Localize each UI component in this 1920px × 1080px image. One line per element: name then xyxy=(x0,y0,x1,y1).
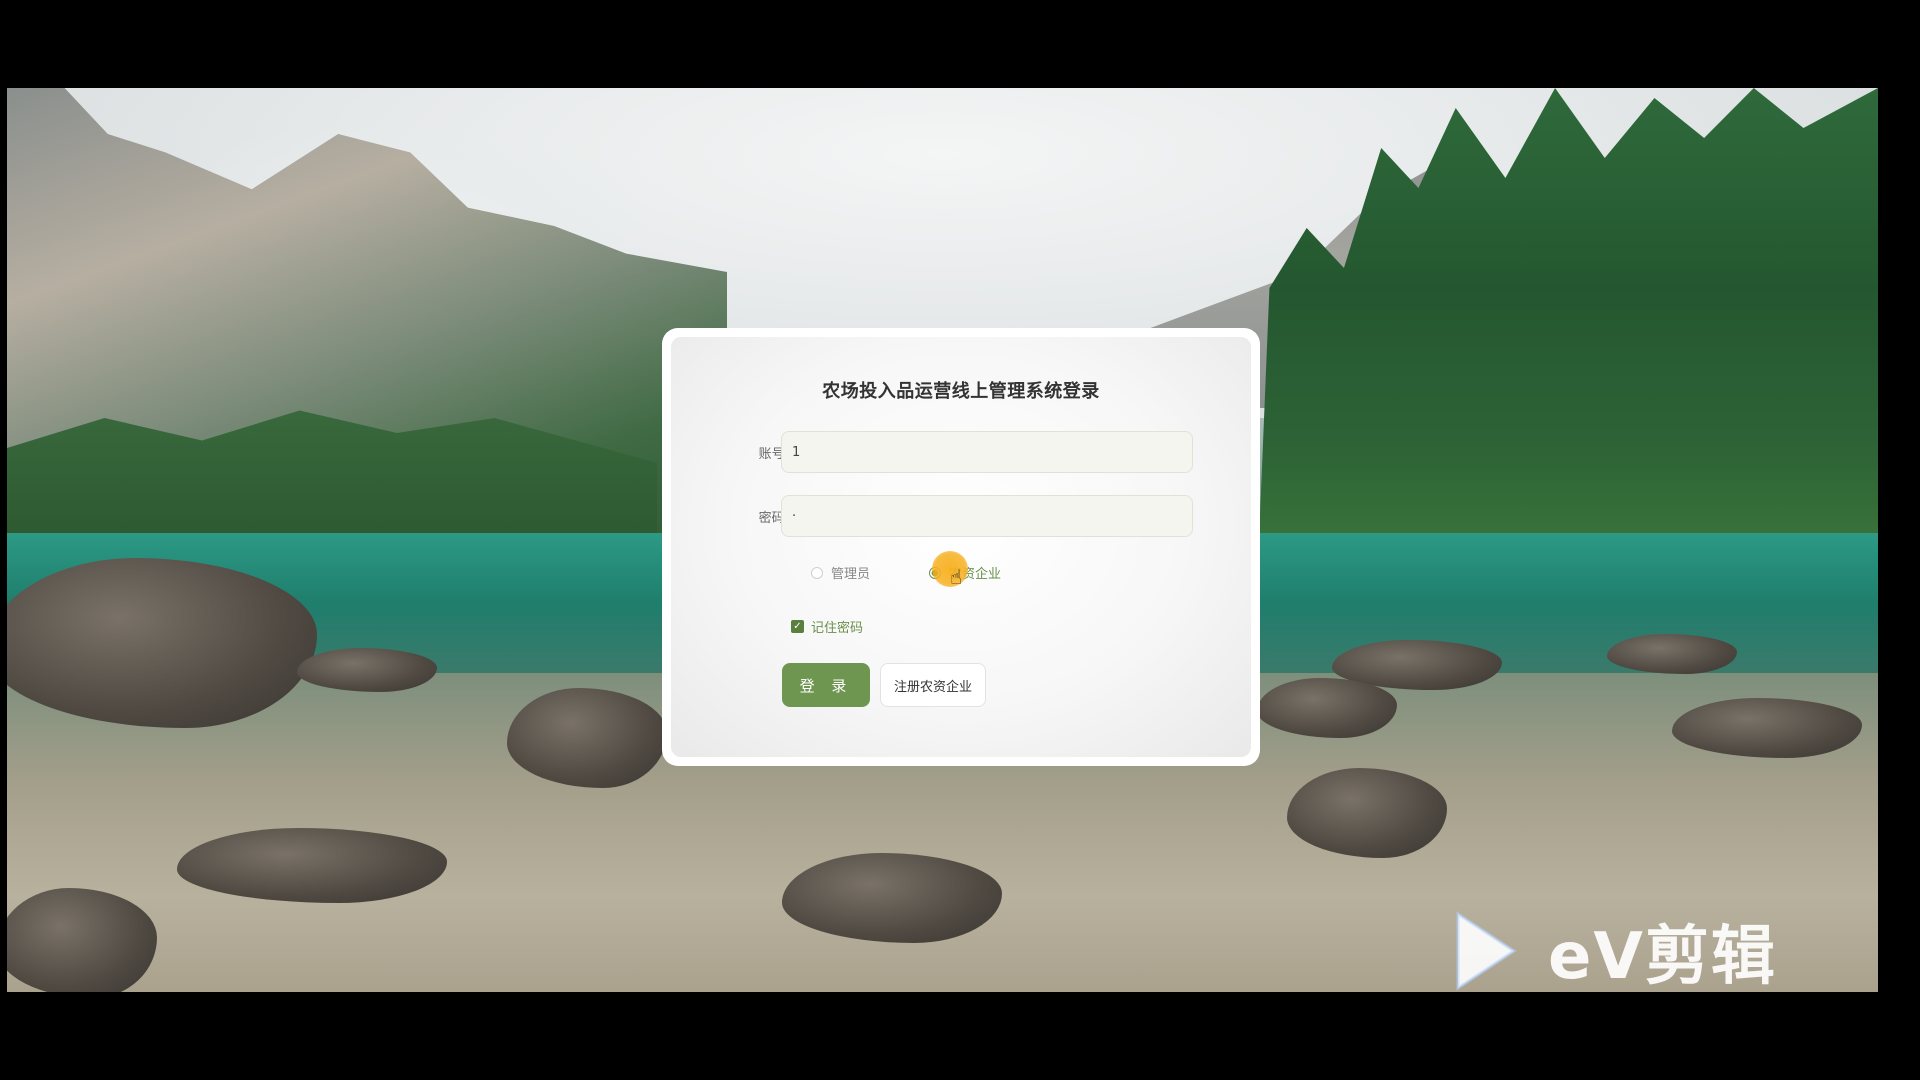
rock xyxy=(782,853,1002,943)
rock xyxy=(1607,634,1737,674)
screen: 农场投入品运营线上管理系统登录 账号: 密码: 管理员 农资企业 xyxy=(0,0,1920,1080)
play-triangle-icon xyxy=(1456,911,1517,991)
account-row: 账号: xyxy=(671,431,1251,475)
login-title: 农场投入品运营线上管理系统登录 xyxy=(822,381,1100,402)
rock xyxy=(7,558,317,728)
role-radio-admin[interactable]: 管理员 xyxy=(811,563,870,582)
remember-password-checkbox[interactable]: ✓ 记住密码 xyxy=(791,617,863,636)
rock xyxy=(1257,678,1397,738)
password-row: 密码: xyxy=(671,495,1251,539)
role-label-admin: 管理员 xyxy=(831,567,871,582)
login-card: 农场投入品运营线上管理系统登录 账号: 密码: 管理员 农资企业 xyxy=(662,328,1260,766)
watermark-text: eV剪辑 xyxy=(1548,920,1777,994)
radio-unchecked-icon xyxy=(811,566,823,579)
rock xyxy=(177,828,447,903)
rock xyxy=(1672,698,1862,758)
password-input[interactable] xyxy=(781,495,1193,537)
rock xyxy=(507,688,667,788)
account-input[interactable] xyxy=(781,431,1193,473)
login-button[interactable]: 登 录 xyxy=(782,663,870,707)
register-enterprise-button[interactable]: 注册农资企业 xyxy=(880,663,986,707)
login-panel: 农场投入品运营线上管理系统登录 账号: 密码: 管理员 农资企业 xyxy=(671,337,1251,757)
rock xyxy=(297,648,437,692)
hand-pointer-icon: ☝ xyxy=(950,565,963,589)
ev-watermark: eV剪辑 xyxy=(1452,905,1777,997)
rock xyxy=(7,888,157,992)
checkbox-checked-icon: ✓ xyxy=(791,620,804,633)
rock xyxy=(1287,768,1447,858)
remember-label: 记住密码 xyxy=(811,621,864,636)
